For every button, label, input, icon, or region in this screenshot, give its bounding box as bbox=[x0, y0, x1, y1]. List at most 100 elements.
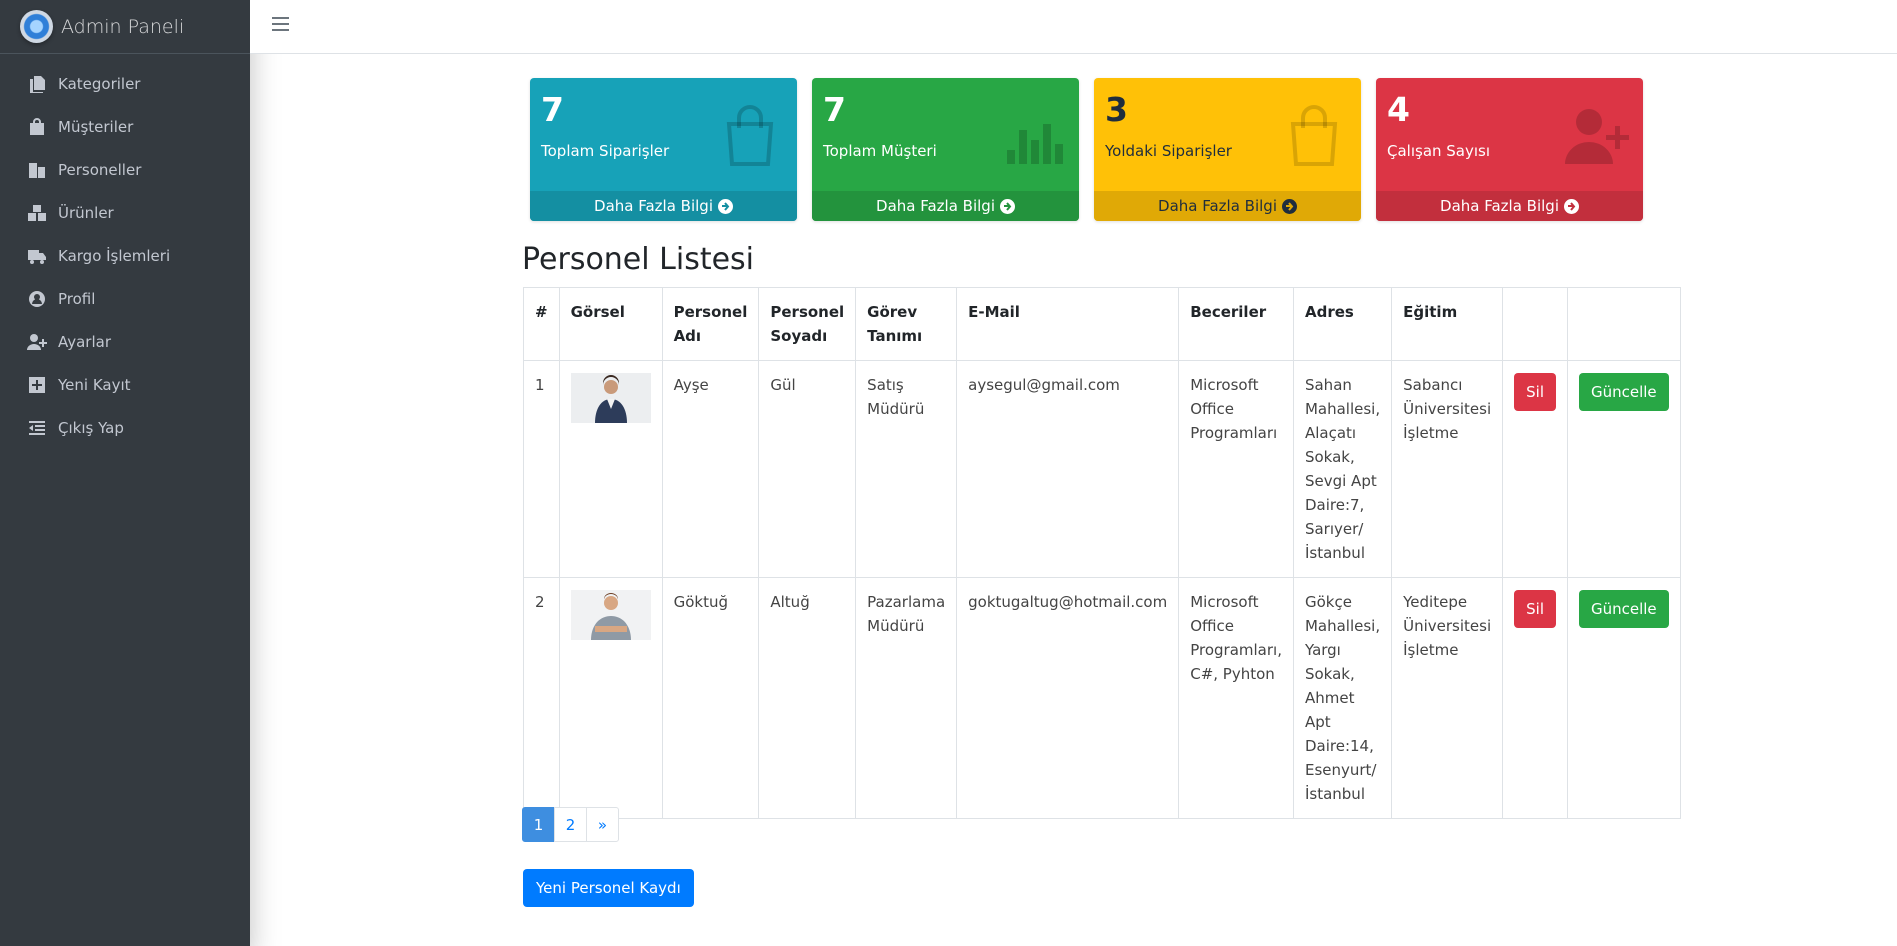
arrow-circle-right-icon bbox=[1563, 198, 1579, 214]
cell-name: Ayşe bbox=[661, 360, 760, 578]
col-header-email: E-Mail bbox=[956, 287, 1180, 361]
sidebar-item-label: Personeller bbox=[58, 160, 142, 179]
cell-delete: Sil bbox=[1502, 577, 1568, 819]
sidebar-item-label: Profil bbox=[58, 289, 96, 308]
plus-square-icon bbox=[26, 375, 48, 395]
sidebar-item-label: Çıkış Yap bbox=[58, 418, 124, 437]
building-icon bbox=[26, 160, 48, 180]
sidebar-item-label: Yeni Kayıt bbox=[58, 375, 131, 394]
sidebar-item-urunler[interactable]: Ürünler bbox=[0, 191, 250, 234]
cell-address: Gökçe Mahallesi, Yargı Sokak, Ahmet Apt … bbox=[1292, 577, 1393, 819]
arrow-circle-right-icon bbox=[717, 198, 733, 214]
cell-image bbox=[558, 577, 663, 819]
stat-label: Yoldaki Siparişler bbox=[1105, 142, 1232, 160]
sidebar-item-kargo[interactable]: Kargo İşlemleri bbox=[0, 234, 250, 277]
cell-surname: Altuğ bbox=[758, 577, 857, 819]
table-row: 2 Göktuğ Altuğ Pazarlama Müdürü goktugal… bbox=[523, 577, 1681, 819]
col-header-surname: Personel Soyadı bbox=[758, 287, 857, 361]
user-circle-icon bbox=[26, 289, 48, 309]
stat-box-employees: 4 Çalışan Sayısı Daha Fazla Bilgi bbox=[1376, 78, 1643, 221]
sidebar-item-yeni-kayit[interactable]: Yeni Kayıt bbox=[0, 363, 250, 406]
sidebar-item-musteriler[interactable]: Müşteriler bbox=[0, 105, 250, 148]
stat-label: Toplam Siparişler bbox=[541, 142, 670, 160]
more-info-label: Daha Fazla Bilgi bbox=[1440, 197, 1559, 215]
table-row: 1 Ayşe Gül Satış Müdürü aysegul@gmail.co… bbox=[523, 360, 1681, 578]
cell-name: Göktuğ bbox=[661, 577, 760, 819]
col-header-no: # bbox=[523, 287, 560, 361]
table-header-row: # Görsel Personel Adı Personel Soyadı Gö… bbox=[523, 287, 1681, 361]
more-info-link[interactable]: Daha Fazla Bilgi bbox=[812, 191, 1079, 221]
col-header-address: Adres bbox=[1292, 287, 1393, 361]
stat-value: 4 bbox=[1387, 90, 1410, 129]
brand-logo-icon bbox=[20, 10, 53, 43]
sidebar-item-label: Ayarlar bbox=[58, 332, 112, 351]
cell-address: Sahan Mahallesi, Alaçatı Sokak, Sevgi Ap… bbox=[1292, 360, 1393, 578]
col-header-skills: Beceriler bbox=[1178, 287, 1294, 361]
sidebar-item-personeller[interactable]: Personeller bbox=[0, 148, 250, 191]
truck-icon bbox=[26, 246, 48, 266]
stat-box-shipping: 3 Yoldaki Siparişler Daha Fazla Bilgi bbox=[1094, 78, 1361, 221]
user-plus-icon bbox=[26, 332, 48, 352]
personnel-photo bbox=[570, 590, 651, 640]
cell-skills: Microsoft Office Programları bbox=[1178, 360, 1294, 578]
sidebar-nav: Kategoriler Müşteriler Personeller Ürünl… bbox=[0, 54, 250, 449]
user-plus-icon bbox=[1565, 109, 1629, 164]
stat-boxes: 7 Toplam Siparişler Daha Fazla Bilgi 7 T… bbox=[530, 78, 1650, 221]
bar-chart-icon bbox=[1007, 124, 1063, 164]
sidebar-item-cikis[interactable]: Çıkış Yap bbox=[0, 406, 250, 449]
col-header-image: Görsel bbox=[558, 287, 663, 361]
update-button[interactable]: Güncelle bbox=[1578, 373, 1669, 411]
stat-value: 7 bbox=[823, 90, 846, 129]
personnel-photo bbox=[570, 373, 651, 423]
cell-no: 1 bbox=[523, 360, 560, 578]
more-info-label: Daha Fazla Bilgi bbox=[876, 197, 995, 215]
copy-icon bbox=[26, 74, 48, 94]
sidebar-item-label: Müşteriler bbox=[58, 117, 134, 136]
cell-education: Yeditepe Üniversitesi İşletme bbox=[1391, 577, 1504, 819]
col-header-education: Eğitim bbox=[1391, 287, 1504, 361]
col-header-role: Görev Tanımı bbox=[855, 287, 958, 361]
topbar bbox=[250, 0, 1897, 54]
cell-role: Pazarlama Müdürü bbox=[855, 577, 958, 819]
page-link-next[interactable]: » bbox=[586, 807, 619, 842]
personnel-table: # Görsel Personel Adı Personel Soyadı Gö… bbox=[523, 287, 1681, 819]
col-header-update bbox=[1566, 287, 1681, 361]
cell-no: 2 bbox=[523, 577, 560, 819]
outdent-icon bbox=[26, 418, 48, 438]
brand[interactable]: Admin Paneli bbox=[0, 0, 250, 54]
sidebar-item-label: Ürünler bbox=[58, 203, 114, 222]
col-header-delete bbox=[1502, 287, 1568, 361]
menu-toggle-icon[interactable] bbox=[272, 17, 289, 33]
main-content: 7 Toplam Siparişler Daha Fazla Bilgi 7 T… bbox=[250, 55, 1897, 946]
cell-update: Güncelle bbox=[1566, 360, 1681, 578]
sidebar-item-ayarlar[interactable]: Ayarlar bbox=[0, 320, 250, 363]
sidebar-item-profil[interactable]: Profil bbox=[0, 277, 250, 320]
cell-email: aysegul@gmail.com bbox=[956, 360, 1180, 578]
update-button[interactable]: Güncelle bbox=[1578, 590, 1669, 628]
arrow-circle-right-icon bbox=[1281, 198, 1297, 214]
stat-value: 7 bbox=[541, 90, 564, 129]
cell-email: goktugaltug@hotmail.com bbox=[956, 577, 1180, 819]
page-link-1[interactable]: 1 bbox=[522, 807, 555, 842]
sidebar-item-kategoriler[interactable]: Kategoriler bbox=[0, 62, 250, 105]
cell-delete: Sil bbox=[1502, 360, 1568, 578]
more-info-link[interactable]: Daha Fazla Bilgi bbox=[1094, 191, 1361, 221]
more-info-label: Daha Fazla Bilgi bbox=[594, 197, 713, 215]
shopping-bag-icon bbox=[1290, 105, 1338, 166]
sidebar-item-label: Kategoriler bbox=[58, 74, 141, 93]
stat-label: Toplam Müşteri bbox=[823, 142, 937, 160]
more-info-link[interactable]: Daha Fazla Bilgi bbox=[530, 191, 797, 221]
sidebar-item-label: Kargo İşlemleri bbox=[58, 246, 171, 265]
new-personnel-button[interactable]: Yeni Personel Kaydı bbox=[523, 869, 694, 907]
col-header-name: Personel Adı bbox=[661, 287, 760, 361]
delete-button[interactable]: Sil bbox=[1514, 373, 1556, 411]
stat-value: 3 bbox=[1105, 90, 1128, 129]
page-link-2[interactable]: 2 bbox=[554, 807, 587, 842]
delete-button[interactable]: Sil bbox=[1514, 590, 1556, 628]
shopping-bag-icon bbox=[26, 117, 48, 137]
stat-box-orders: 7 Toplam Siparişler Daha Fazla Bilgi bbox=[530, 78, 797, 221]
more-info-link[interactable]: Daha Fazla Bilgi bbox=[1376, 191, 1643, 221]
more-info-label: Daha Fazla Bilgi bbox=[1158, 197, 1277, 215]
cell-role: Satış Müdürü bbox=[855, 360, 958, 578]
page-title: Personel Listesi bbox=[522, 242, 755, 277]
